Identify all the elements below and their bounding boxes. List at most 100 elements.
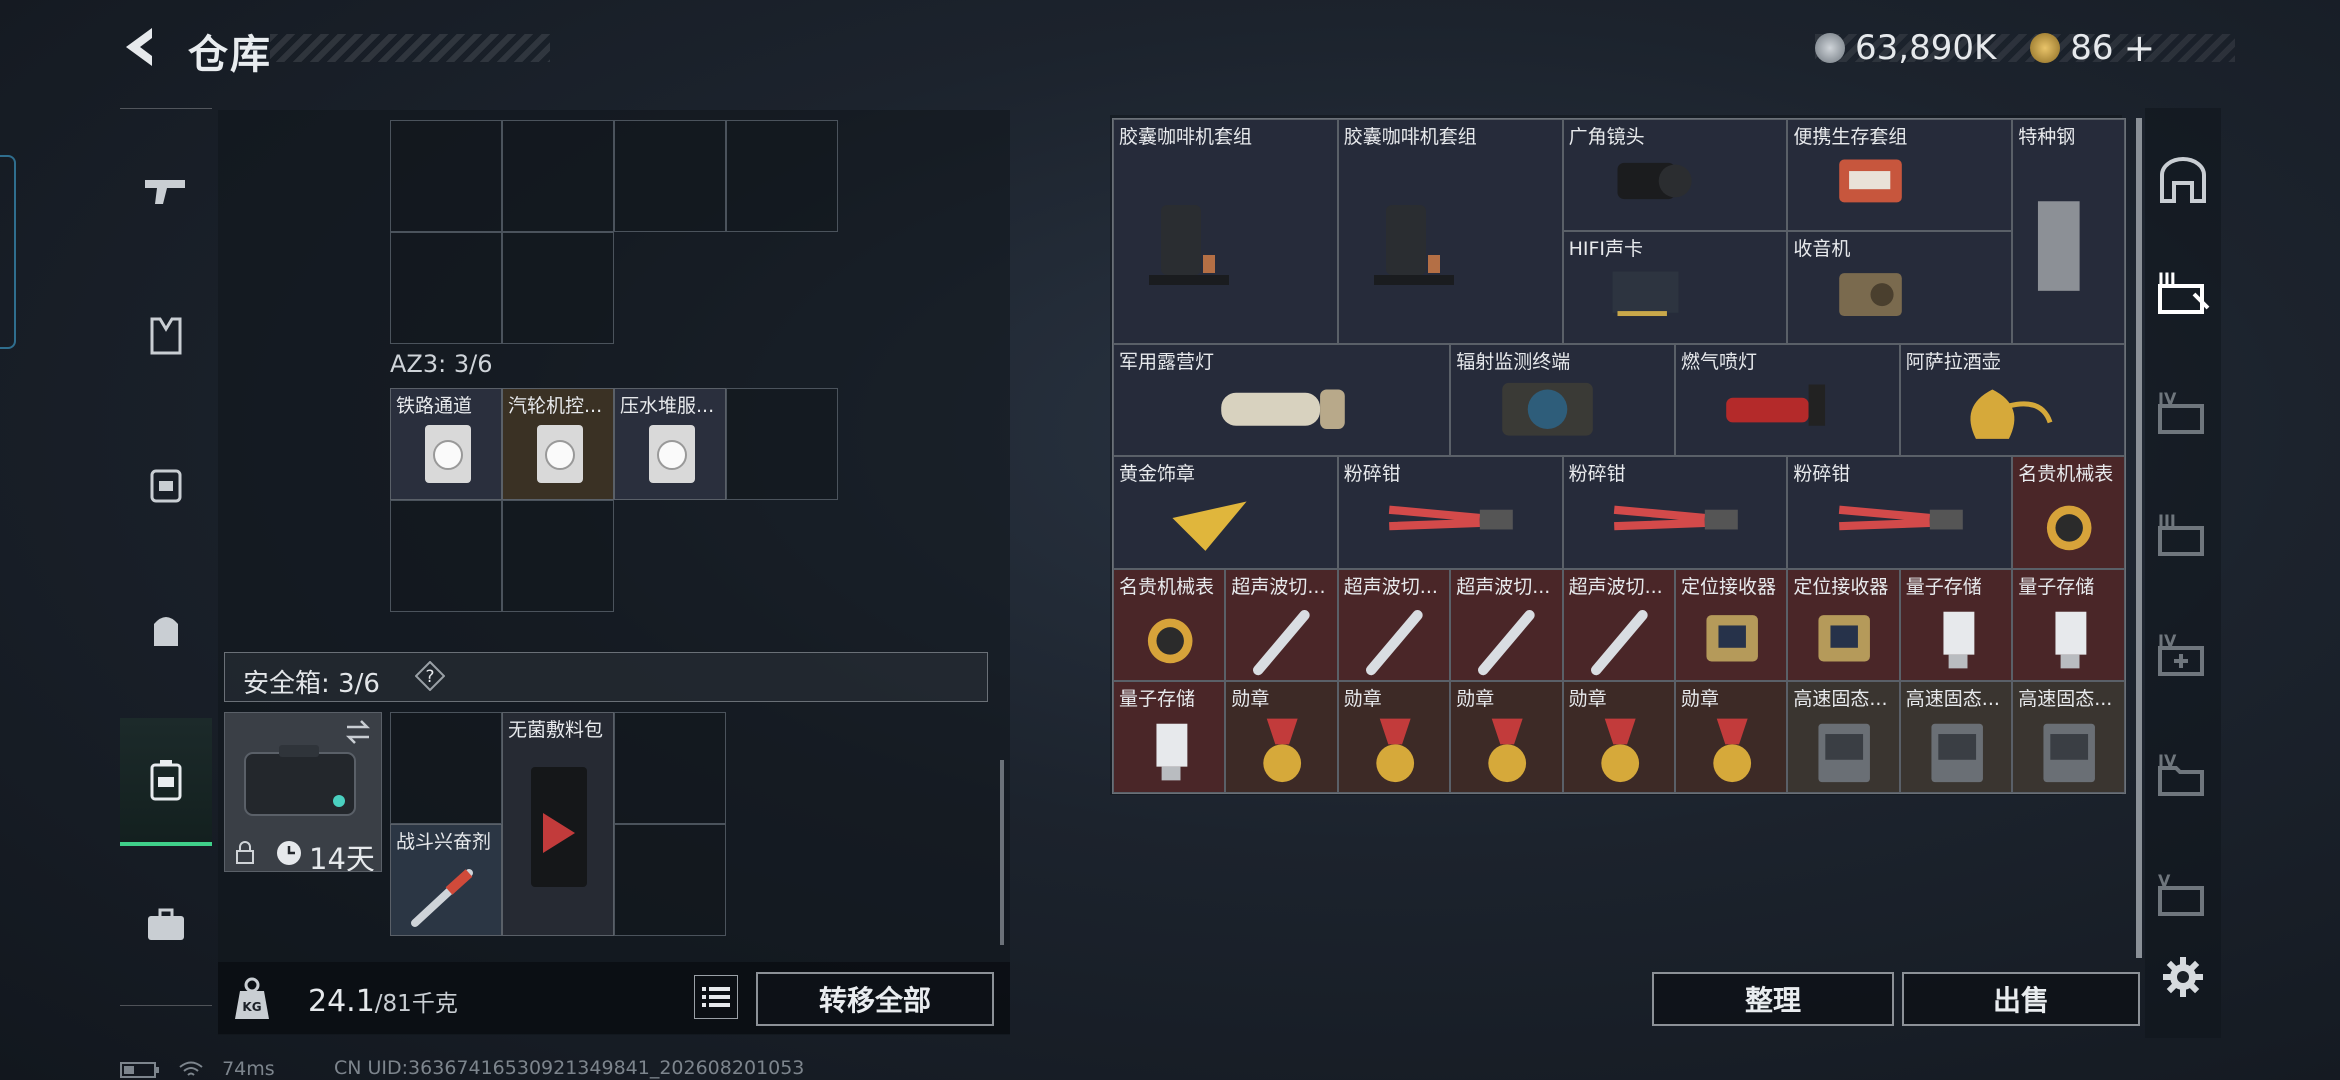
grid-slot[interactable] <box>614 120 726 232</box>
grid-slot[interactable] <box>390 232 502 344</box>
stash-item-label: 高速固态... <box>1793 688 1888 710</box>
safebox-item-stim[interactable]: 战斗兴奋剂 <box>390 824 502 936</box>
sell-button[interactable]: 出售 <box>1902 972 2140 1026</box>
rail-item-armor[interactable] <box>120 425 212 545</box>
az3-item-1[interactable]: 铁路通道 <box>390 388 502 500</box>
stash-item[interactable]: 超声波切... <box>1562 568 1675 681</box>
stash-item[interactable]: 超声波切... <box>1225 568 1338 681</box>
stash-item[interactable]: 量子存储 <box>1113 681 1226 794</box>
help-icon[interactable]: ? <box>415 661 445 691</box>
stash-item[interactable]: 高速固态... <box>2012 681 2125 794</box>
stash-item[interactable]: 名贵机械表 <box>1113 568 1226 681</box>
grid-slot[interactable] <box>614 824 726 936</box>
token-amount: 86 <box>2070 28 2114 68</box>
stash-item[interactable]: 高速固态... <box>1899 681 2013 794</box>
safebox-capacity-label: 安全箱: 3/6 <box>243 669 380 699</box>
grid-slot[interactable] <box>726 120 838 232</box>
rail-item-weapon[interactable] <box>120 130 212 250</box>
medal-icon <box>1600 718 1639 783</box>
tab-stash-4-folder[interactable]: IV <box>2150 740 2216 810</box>
medal-icon <box>1263 718 1302 783</box>
lantern-icon <box>1220 389 1345 429</box>
back-icon[interactable] <box>118 24 164 70</box>
az3-item-2[interactable]: 汽轮机控... <box>502 388 614 500</box>
stash-item[interactable]: 高速固态... <box>1787 681 1900 794</box>
stash-item[interactable]: 特种钢 <box>2012 119 2125 344</box>
stash-item[interactable]: 定位接收器 <box>1787 568 1900 681</box>
list-icon <box>702 987 730 1007</box>
tab-stash-3b[interactable]: III <box>2150 500 2216 570</box>
ssd-icon <box>1931 723 1983 783</box>
tab-home[interactable] <box>2150 145 2216 215</box>
side-tab-handle[interactable] <box>0 155 16 349</box>
stash-item[interactable]: 黄金饰章 <box>1113 456 1338 569</box>
stash-item[interactable]: 便携生存套组 <box>1787 119 2013 232</box>
add-currency-button[interactable]: + <box>2124 26 2156 70</box>
safebox-item-bandage[interactable]: 无菌敷料包 <box>502 712 614 936</box>
stash-item-label: 勋章 <box>1568 688 1607 710</box>
stash-item[interactable]: 粉碎钳 <box>1787 456 2013 569</box>
stash-item-label: 名贵机械表 <box>1119 575 1215 598</box>
left-scrollbar[interactable] <box>1000 760 1004 945</box>
stash-item[interactable]: 量子存储 <box>1899 568 2013 681</box>
grid-slot[interactable] <box>614 712 726 824</box>
stash-item[interactable]: 名贵机械表 <box>2012 456 2125 569</box>
grid-slot[interactable] <box>502 232 614 344</box>
stash-item[interactable]: 勋章 <box>1450 681 1563 794</box>
transfer-all-button[interactable]: 转移全部 <box>756 972 994 1026</box>
watch-icon <box>2047 505 2092 551</box>
stash-item[interactable]: 收音机 <box>1787 231 2013 344</box>
stash-item[interactable]: 超声波切... <box>1337 568 1451 681</box>
stash-scrollbar[interactable] <box>2136 118 2142 958</box>
stash-item[interactable]: 燃气喷灯 <box>1675 343 1900 457</box>
rail-item-briefcase[interactable] <box>120 865 212 985</box>
stash-item-label: 名贵机械表 <box>2018 463 2114 486</box>
grid-slot[interactable] <box>502 120 614 232</box>
rail-item-vest[interactable] <box>120 275 212 395</box>
stash-item[interactable]: HIFI声卡 <box>1562 231 1788 344</box>
stash-item[interactable]: 胶囊咖啡机套组 <box>1337 119 1563 344</box>
stash-item-label: 勋章 <box>1456 688 1495 710</box>
stash-item[interactable]: 辐射监测终端 <box>1450 343 1675 457</box>
grid-slot[interactable] <box>502 500 614 612</box>
stash-item[interactable]: 超声波切... <box>1450 568 1563 681</box>
stash-item[interactable]: 胶囊咖啡机套组 <box>1113 119 1338 344</box>
settings-button[interactable] <box>2150 942 2216 1012</box>
stash-item[interactable]: 定位接收器 <box>1675 568 1788 681</box>
stash-item[interactable]: 粉碎钳 <box>1562 456 1788 569</box>
watch-icon <box>1147 618 1193 663</box>
stash-item[interactable]: 阿萨拉酒壶 <box>1899 343 2125 457</box>
stash-item[interactable]: 勋章 <box>1337 681 1451 794</box>
stash-item-label: 高速固态... <box>2018 688 2113 710</box>
stash-item[interactable]: 粉碎钳 <box>1337 456 1563 569</box>
grid-slot[interactable] <box>390 120 502 232</box>
safebox-slot[interactable]: 14天 <box>224 712 382 872</box>
stash-item[interactable]: 勋章 <box>1225 681 1338 794</box>
stash-item[interactable]: 量子存储 <box>2012 568 2125 681</box>
sort-button[interactable]: 整理 <box>1652 972 1894 1026</box>
swap-icon[interactable] <box>343 719 373 745</box>
stash-item-label: 胶囊咖啡机套组 <box>1343 126 1477 148</box>
stash-item[interactable]: 军用露营灯 <box>1113 343 1451 457</box>
list-view-button[interactable] <box>694 975 738 1019</box>
tab-stash-5[interactable]: V <box>2150 860 2216 930</box>
stash-item[interactable]: 勋章 <box>1562 681 1675 794</box>
az3-item-3[interactable]: 压水堆服... <box>614 388 726 500</box>
rail-divider <box>120 1005 212 1006</box>
rail-divider <box>120 108 212 109</box>
grid-slot[interactable] <box>390 712 502 824</box>
rail-item-safebox[interactable] <box>120 718 212 846</box>
stash-item-label: 超声波切... <box>1231 575 1326 598</box>
stash-item[interactable]: 勋章 <box>1675 681 1788 794</box>
keycard-icon <box>537 425 583 483</box>
tab-stash-4-medical[interactable]: IV <box>2150 620 2216 690</box>
grid-slot[interactable] <box>390 500 502 612</box>
page-title: 仓库 <box>188 32 272 78</box>
rail-item-backpack[interactable] <box>120 570 212 690</box>
tab-stash-3-active[interactable]: III <box>2150 258 2216 328</box>
grid-slot[interactable] <box>726 388 838 500</box>
folder-tab-icon: IV <box>2158 751 2204 796</box>
stash-item[interactable]: 广角镜头 <box>1562 119 1788 232</box>
sound-card-icon <box>1612 271 1679 317</box>
tab-stash-4[interactable]: IV <box>2150 378 2216 448</box>
